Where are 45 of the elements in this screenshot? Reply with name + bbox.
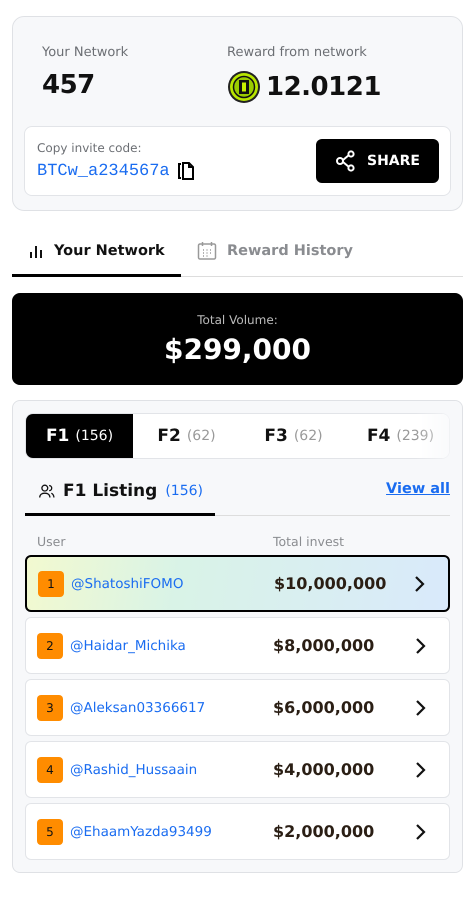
coin-icon — [227, 70, 261, 104]
rank-badge: 4 — [37, 756, 63, 782]
level-tab[interactable]: F1 (156) — [26, 414, 133, 458]
copy-icon[interactable] — [176, 161, 196, 181]
username: @Rashid_Hussaain — [70, 762, 198, 778]
column-header: User — [37, 534, 66, 549]
view-all-link[interactable]: View all — [386, 481, 450, 497]
rank-badge: 3 — [37, 694, 63, 720]
chevron-right-icon[interactable] — [413, 636, 427, 654]
column-header: Total invest — [273, 534, 346, 549]
chevron-right-icon[interactable] — [413, 822, 427, 840]
bar-chart-icon — [28, 243, 44, 259]
rank-badge: 1 — [38, 570, 64, 596]
chevron-right-icon[interactable] — [413, 698, 427, 716]
calendar-icon — [197, 241, 217, 261]
tab[interactable]: Your Network — [12, 233, 181, 277]
invite-label: Copy invite code: — [37, 141, 143, 155]
invest-amount: $2,000,000 — [273, 822, 376, 841]
stat-value: 12.0121 — [266, 72, 381, 102]
rank-badge: 2 — [37, 632, 63, 658]
total-value: $299,000 — [164, 332, 311, 366]
invite-code: BTCw_a234567a — [37, 162, 170, 180]
stat-label: Your Network — [42, 45, 130, 60]
username: @ShatoshiFOMO — [71, 576, 184, 592]
invest-amount: $6,000,000 — [273, 698, 376, 717]
stat-value: 457 — [42, 70, 95, 100]
invest-amount: $8,000,000 — [273, 636, 376, 655]
username: @Haidar_Michika — [70, 638, 186, 654]
username: @Aleksan03366617 — [70, 700, 206, 716]
chevron-right-icon[interactable] — [412, 574, 426, 592]
invest-amount: $4,000,000 — [273, 760, 376, 779]
share-button[interactable]: SHARE — [316, 139, 439, 183]
total-label: Total Volume: — [197, 312, 278, 326]
chevron-right-icon[interactable] — [413, 760, 427, 778]
rank-badge: 5 — [37, 818, 63, 844]
listing-tab[interactable]: F1 Listing (156) — [25, 477, 215, 516]
user-row[interactable]: 5 @EhaamYazda93499 $2,000,000 — [25, 803, 450, 860]
username: @EhaamYazda93499 — [70, 824, 212, 840]
stat-label: Reward from network — [227, 45, 368, 60]
user-row[interactable]: 1 @ShatoshiFOMO $10,000,000 — [25, 555, 450, 612]
user-row[interactable]: 2 @Haidar_Michika $8,000,000 — [25, 617, 450, 674]
share-icon — [335, 150, 357, 172]
user-row[interactable]: 4 @Rashid_Hussaain $4,000,000 — [25, 741, 450, 798]
user-row[interactable]: 3 @Aleksan03366617 $6,000,000 — [25, 679, 450, 736]
invest-amount: $10,000,000 — [274, 574, 388, 593]
